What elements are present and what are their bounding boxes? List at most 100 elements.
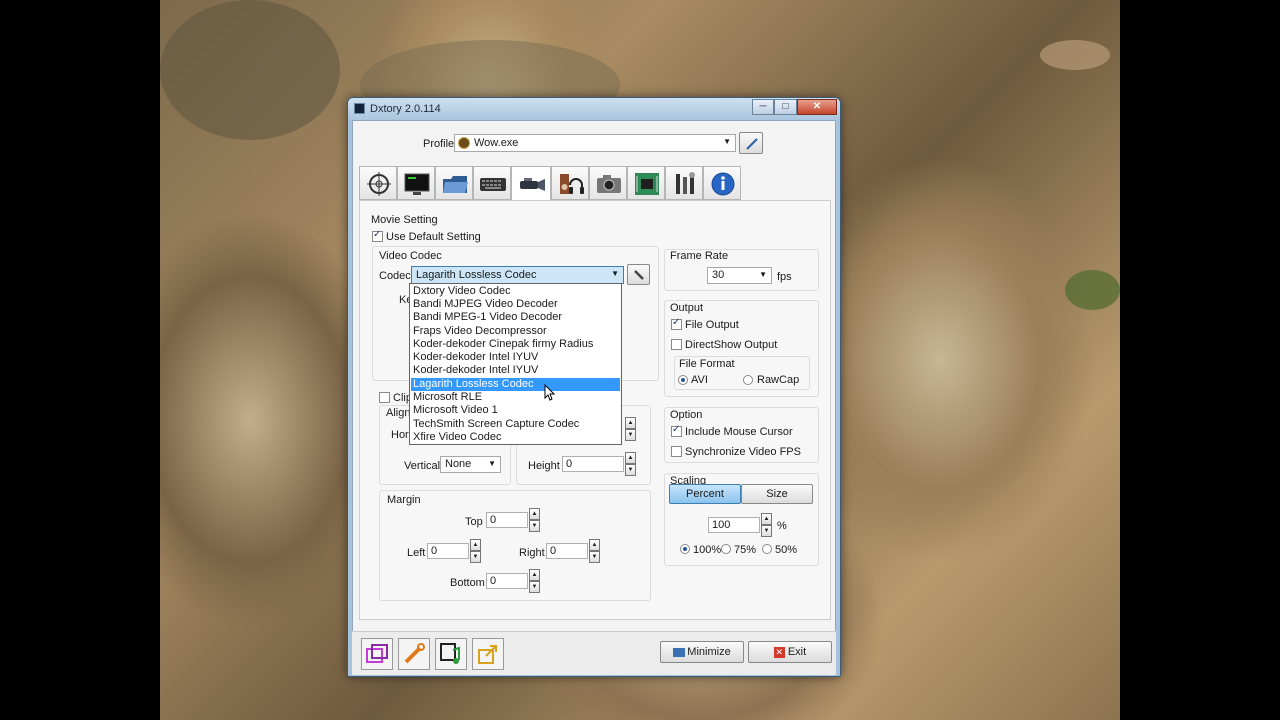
sync-fps-checkbox[interactable] bbox=[671, 446, 682, 457]
audio-settings-button[interactable] bbox=[435, 638, 467, 670]
tab-crosshair[interactable] bbox=[359, 166, 397, 200]
info-icon bbox=[711, 172, 735, 196]
tab-monitor[interactable] bbox=[397, 166, 435, 200]
spin-down-icon[interactable]: ▼ bbox=[470, 551, 481, 563]
sync-fps-label: Synchronize Video FPS bbox=[685, 446, 801, 458]
spin-up-icon[interactable]: ▲ bbox=[625, 452, 636, 464]
spin-down-icon[interactable]: ▼ bbox=[529, 520, 540, 532]
codec-option[interactable]: TechSmith Screen Capture Codec bbox=[411, 418, 620, 431]
frame-rate-select[interactable]: 30 ▼ bbox=[707, 267, 772, 284]
tab-screenshot[interactable] bbox=[589, 166, 627, 200]
vertical-select[interactable]: None ▼ bbox=[440, 456, 501, 473]
margin-label: Margin bbox=[387, 494, 421, 506]
avi-label: AVI bbox=[691, 374, 708, 386]
tab-audio[interactable] bbox=[551, 166, 589, 200]
height-value: 0 bbox=[566, 458, 573, 470]
spin-up-icon[interactable]: ▲ bbox=[589, 539, 600, 551]
top-field[interactable]: 0 bbox=[486, 512, 528, 528]
right-spinner[interactable]: ▲ ▼ bbox=[589, 539, 600, 563]
tab-video[interactable] bbox=[511, 166, 551, 201]
option-label: Option bbox=[670, 409, 703, 421]
codec-option[interactable]: Fraps Video Decompressor bbox=[411, 325, 620, 338]
codec-option[interactable]: Microsoft Video 1 bbox=[411, 404, 620, 417]
edit-profile-button[interactable] bbox=[739, 132, 763, 154]
title-bar[interactable]: Dxtory 2.0.114 ─ □ ✕ bbox=[348, 98, 840, 120]
scale-75-radio[interactable] bbox=[721, 544, 731, 554]
scaling-field[interactable]: 100 bbox=[708, 517, 760, 533]
top-spinner[interactable]: ▲ ▼ bbox=[529, 508, 540, 532]
spin-up-icon[interactable]: ▲ bbox=[529, 508, 540, 520]
avi-radio[interactable] bbox=[678, 375, 688, 385]
settings-button[interactable] bbox=[398, 638, 430, 670]
maximize-window-button[interactable]: □ bbox=[774, 99, 797, 115]
profile-select[interactable]: Wow.exe ▼ bbox=[454, 134, 736, 152]
file-output-checkbox[interactable] bbox=[671, 317, 682, 330]
overlay-icon bbox=[366, 644, 388, 663]
tab-folder[interactable] bbox=[435, 166, 473, 200]
right-field[interactable]: 0 bbox=[546, 543, 588, 559]
minimize-window-button[interactable]: ─ bbox=[752, 99, 774, 115]
vertical-label: Vertical bbox=[404, 460, 441, 472]
wow-icon bbox=[458, 137, 470, 149]
tools-icon bbox=[676, 172, 695, 194]
scale-50-label: 50% bbox=[775, 544, 798, 556]
scaling-spinner[interactable]: ▲ ▼ bbox=[761, 513, 772, 537]
codec-option-selected[interactable]: Lagarith Lossless Codec bbox=[411, 378, 620, 391]
height-field[interactable]: 0 bbox=[562, 456, 624, 472]
align-label: Align bbox=[386, 407, 411, 419]
scale-50-radio[interactable] bbox=[762, 544, 772, 554]
chevron-down-icon: ▼ bbox=[488, 459, 496, 468]
size-button[interactable]: Size bbox=[741, 484, 813, 504]
codec-option[interactable]: Koder-dekoder Intel IYUV bbox=[411, 351, 620, 364]
mouse-cursor-checkbox[interactable] bbox=[671, 424, 682, 437]
spin-up-icon[interactable]: ▲ bbox=[529, 569, 540, 581]
spin-down-icon[interactable]: ▼ bbox=[625, 464, 636, 476]
bottom-value: 0 bbox=[490, 575, 497, 587]
spin-up-icon[interactable]: ▲ bbox=[470, 539, 481, 551]
close-window-button[interactable]: ✕ bbox=[797, 99, 837, 115]
codec-option[interactable]: Microsoft RLE bbox=[411, 391, 620, 404]
tab-tools[interactable] bbox=[665, 166, 703, 200]
exit-button[interactable]: ✕ Exit bbox=[748, 641, 832, 663]
right-label: Right bbox=[519, 547, 545, 559]
codec-option[interactable]: Bandi MPEG-1 Video Decoder bbox=[411, 311, 620, 324]
scale-100-radio[interactable] bbox=[680, 544, 690, 554]
codec-dropdown-list[interactable]: Dxtory Video Codec Bandi MJPEG Video Dec… bbox=[409, 283, 622, 445]
spin-up-icon[interactable]: ▲ bbox=[761, 513, 772, 525]
music-note-icon bbox=[440, 643, 460, 664]
codec-select[interactable]: Lagarith Lossless Codec ▼ bbox=[411, 266, 624, 284]
spin-down-icon[interactable]: ▼ bbox=[589, 551, 600, 563]
spin-up-icon[interactable]: ▲ bbox=[625, 417, 636, 429]
tab-hardware[interactable] bbox=[627, 166, 665, 200]
rawcap-radio[interactable] bbox=[743, 375, 753, 385]
directshow-output-checkbox[interactable] bbox=[671, 339, 682, 350]
spin-down-icon[interactable]: ▼ bbox=[625, 429, 636, 441]
spin-down-icon[interactable]: ▼ bbox=[529, 581, 540, 593]
export-button[interactable] bbox=[472, 638, 504, 670]
clip-checkbox[interactable] bbox=[379, 392, 390, 403]
bottom-spinner[interactable]: ▲ ▼ bbox=[529, 569, 540, 593]
codec-label: Codec bbox=[379, 270, 411, 282]
use-default-checkbox[interactable] bbox=[372, 229, 383, 242]
frame-rate-value: 30 bbox=[712, 269, 725, 281]
codec-option[interactable]: Bandi MJPEG Video Decoder bbox=[411, 298, 620, 311]
overlay-button[interactable] bbox=[361, 638, 393, 670]
left-spinner[interactable]: ▲ ▼ bbox=[470, 539, 481, 563]
size-spinner-top[interactable]: ▲ ▼ bbox=[625, 417, 636, 441]
codec-option[interactable]: Dxtory Video Codec bbox=[411, 285, 620, 298]
tab-info[interactable] bbox=[703, 166, 741, 200]
bottom-field[interactable]: 0 bbox=[486, 573, 528, 589]
codec-config-button[interactable] bbox=[627, 264, 650, 285]
minimize-button[interactable]: Minimize bbox=[660, 641, 744, 663]
codec-option[interactable]: Xfire Video Codec bbox=[411, 431, 620, 444]
mouse-cursor-icon bbox=[544, 384, 556, 401]
codec-option[interactable]: Koder-dekoder Cinepak firmy Radius bbox=[411, 338, 620, 351]
output-label: Output bbox=[670, 302, 704, 314]
codec-option[interactable]: Koder-dekoder Intel IYUV bbox=[411, 364, 620, 377]
tab-keyboard[interactable] bbox=[473, 166, 511, 200]
codec-value: Lagarith Lossless Codec bbox=[416, 269, 537, 281]
left-field[interactable]: 0 bbox=[427, 543, 469, 559]
height-spinner[interactable]: ▲ ▼ bbox=[625, 452, 636, 476]
spin-down-icon[interactable]: ▼ bbox=[761, 525, 772, 537]
percent-button[interactable]: Percent bbox=[669, 484, 741, 504]
